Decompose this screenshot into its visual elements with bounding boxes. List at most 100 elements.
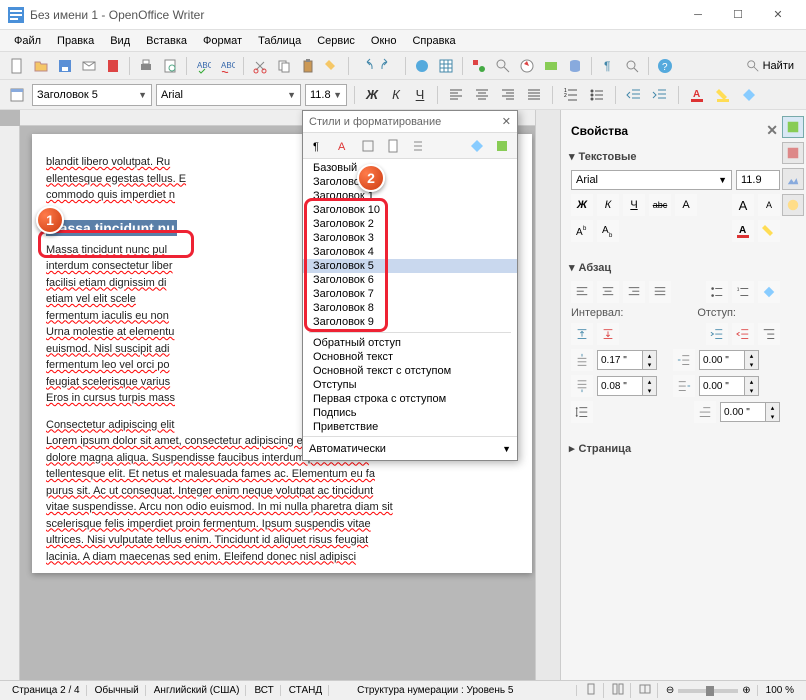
pdf-button[interactable]: [102, 55, 124, 77]
style-item[interactable]: Подпись: [303, 406, 517, 420]
menu-file[interactable]: Файл: [8, 33, 47, 49]
gallery-button[interactable]: [540, 55, 562, 77]
size-combo[interactable]: 11.8▼: [305, 84, 347, 106]
sb-indent-inc[interactable]: [706, 323, 728, 345]
zoom-slider[interactable]: ⊖⊕: [660, 685, 758, 696]
view-multi-icon[interactable]: [606, 683, 631, 698]
close-icon[interactable]: ✕: [502, 115, 511, 128]
zoom-button[interactable]: [621, 55, 643, 77]
help-button[interactable]: ?: [654, 55, 676, 77]
firstline-indent-input[interactable]: ▴▾: [720, 402, 780, 422]
preview-button[interactable]: [159, 55, 181, 77]
scrollbar[interactable]: [535, 110, 560, 680]
sidebar-italic-button[interactable]: К: [597, 194, 619, 216]
align-center-button[interactable]: [471, 84, 493, 106]
align-justify-button[interactable]: [523, 84, 545, 106]
sb-space-inc[interactable]: [571, 323, 593, 345]
maximize-button[interactable]: ☐: [718, 1, 758, 29]
decrease-indent-button[interactable]: [623, 84, 645, 106]
style-item[interactable]: Базовый: [303, 161, 517, 175]
cut-button[interactable]: [249, 55, 271, 77]
style-item[interactable]: Приветствие: [303, 420, 517, 434]
new-doc-button[interactable]: [6, 55, 28, 77]
status-outline[interactable]: Структура нумерации : Уровень 5: [351, 685, 577, 696]
style-item[interactable]: Заголовок: [303, 175, 517, 189]
style-item[interactable]: Заголовок 7: [303, 287, 517, 301]
list-styles-button[interactable]: [407, 135, 429, 157]
menu-window[interactable]: Окно: [365, 33, 403, 49]
sb-linespacing-button[interactable]: [571, 401, 593, 423]
indent-after-input[interactable]: ▴▾: [699, 376, 759, 396]
redo-button[interactable]: [378, 55, 400, 77]
sidebar-close-button[interactable]: ✕: [766, 122, 778, 139]
align-right-button[interactable]: [497, 84, 519, 106]
align-left-button[interactable]: [445, 84, 467, 106]
italic-button[interactable]: К: [386, 85, 406, 105]
sb-indent-dec[interactable]: [732, 323, 754, 345]
sb-bullets[interactable]: [706, 281, 728, 303]
styles-filter-combo[interactable]: Автоматически▼: [303, 436, 517, 460]
sidebar-shadow-button[interactable]: A: [675, 194, 697, 216]
style-item[interactable]: Заголовок 3: [303, 231, 517, 245]
menu-tools[interactable]: Сервис: [311, 33, 361, 49]
numbered-list-button[interactable]: 12: [560, 84, 582, 106]
bold-button[interactable]: Ж: [362, 85, 382, 105]
bg-color-button[interactable]: [738, 84, 760, 106]
paste-button[interactable]: [297, 55, 319, 77]
style-item[interactable]: Заголовок 2: [303, 217, 517, 231]
bullet-list-button[interactable]: [586, 84, 608, 106]
sidebar-font-combo[interactable]: Arial▼: [571, 170, 732, 190]
highlight-button[interactable]: [712, 84, 734, 106]
close-button[interactable]: ✕: [758, 1, 798, 29]
menu-view[interactable]: Вид: [104, 33, 136, 49]
sb-bgcolor[interactable]: [758, 281, 780, 303]
menu-edit[interactable]: Правка: [51, 33, 100, 49]
document-area[interactable]: blandit libero volutpat. Ru ellentesque …: [0, 110, 535, 680]
navigator-button[interactable]: [516, 55, 538, 77]
sidebar-bold-button[interactable]: Ж: [571, 194, 593, 216]
style-combo[interactable]: Заголовок 5▼: [32, 84, 152, 106]
sidebar-tab-properties[interactable]: [782, 116, 804, 138]
sidebar-grow-button[interactable]: A: [732, 194, 754, 216]
frame-styles-button[interactable]: [357, 135, 379, 157]
style-item[interactable]: Заголовок 1: [303, 189, 517, 203]
increase-indent-button[interactable]: [649, 84, 671, 106]
find-replace-button[interactable]: [492, 55, 514, 77]
status-std[interactable]: СТАНД: [283, 685, 329, 696]
find-toolbar-button[interactable]: Найти: [740, 59, 800, 73]
section-text-header[interactable]: ▾ Текстовые: [569, 147, 780, 166]
status-page[interactable]: Страница 2 / 4: [6, 685, 87, 696]
style-item[interactable]: Заголовок 10: [303, 203, 517, 217]
sb-align-justify[interactable]: [649, 281, 671, 303]
email-button[interactable]: [78, 55, 100, 77]
styles-list[interactable]: Базовый Заголовок Заголовок 1 Заголовок …: [303, 159, 517, 436]
style-item[interactable]: Основной текст с отступом: [303, 364, 517, 378]
style-item-selected[interactable]: Заголовок 5: [303, 259, 517, 273]
style-item[interactable]: Заголовок 9: [303, 315, 517, 329]
sb-hanging[interactable]: [758, 323, 780, 345]
sidebar-shrink-button[interactable]: A: [758, 194, 780, 216]
sidebar-tab-gallery[interactable]: [782, 168, 804, 190]
styles-window-button[interactable]: [6, 84, 28, 106]
space-above-input[interactable]: ▴▾: [597, 350, 657, 370]
section-page-header[interactable]: ▸ Страница: [569, 439, 780, 458]
font-combo[interactable]: Arial▼: [156, 84, 301, 106]
menu-insert[interactable]: Вставка: [140, 33, 193, 49]
style-item[interactable]: Основной текст: [303, 350, 517, 364]
status-lang[interactable]: Английский (США): [148, 685, 247, 696]
selected-heading[interactable]: Massa tincidunt nu: [46, 220, 177, 236]
undo-button[interactable]: [354, 55, 376, 77]
sb-align-right[interactable]: [623, 281, 645, 303]
sidebar-fontcolor-button[interactable]: A: [732, 220, 754, 242]
sb-space-dec[interactable]: [597, 323, 619, 345]
sb-align-center[interactable]: [597, 281, 619, 303]
style-item[interactable]: Заголовок 4: [303, 245, 517, 259]
status-style[interactable]: Обычный: [89, 685, 146, 696]
para-styles-button[interactable]: ¶: [307, 135, 329, 157]
table-button[interactable]: [435, 55, 457, 77]
spellcheck-button[interactable]: ABC: [192, 55, 214, 77]
menu-format[interactable]: Формат: [197, 33, 248, 49]
nonprint-button[interactable]: ¶: [597, 55, 619, 77]
copy-button[interactable]: [273, 55, 295, 77]
sidebar-strike-button[interactable]: abc: [649, 194, 671, 216]
